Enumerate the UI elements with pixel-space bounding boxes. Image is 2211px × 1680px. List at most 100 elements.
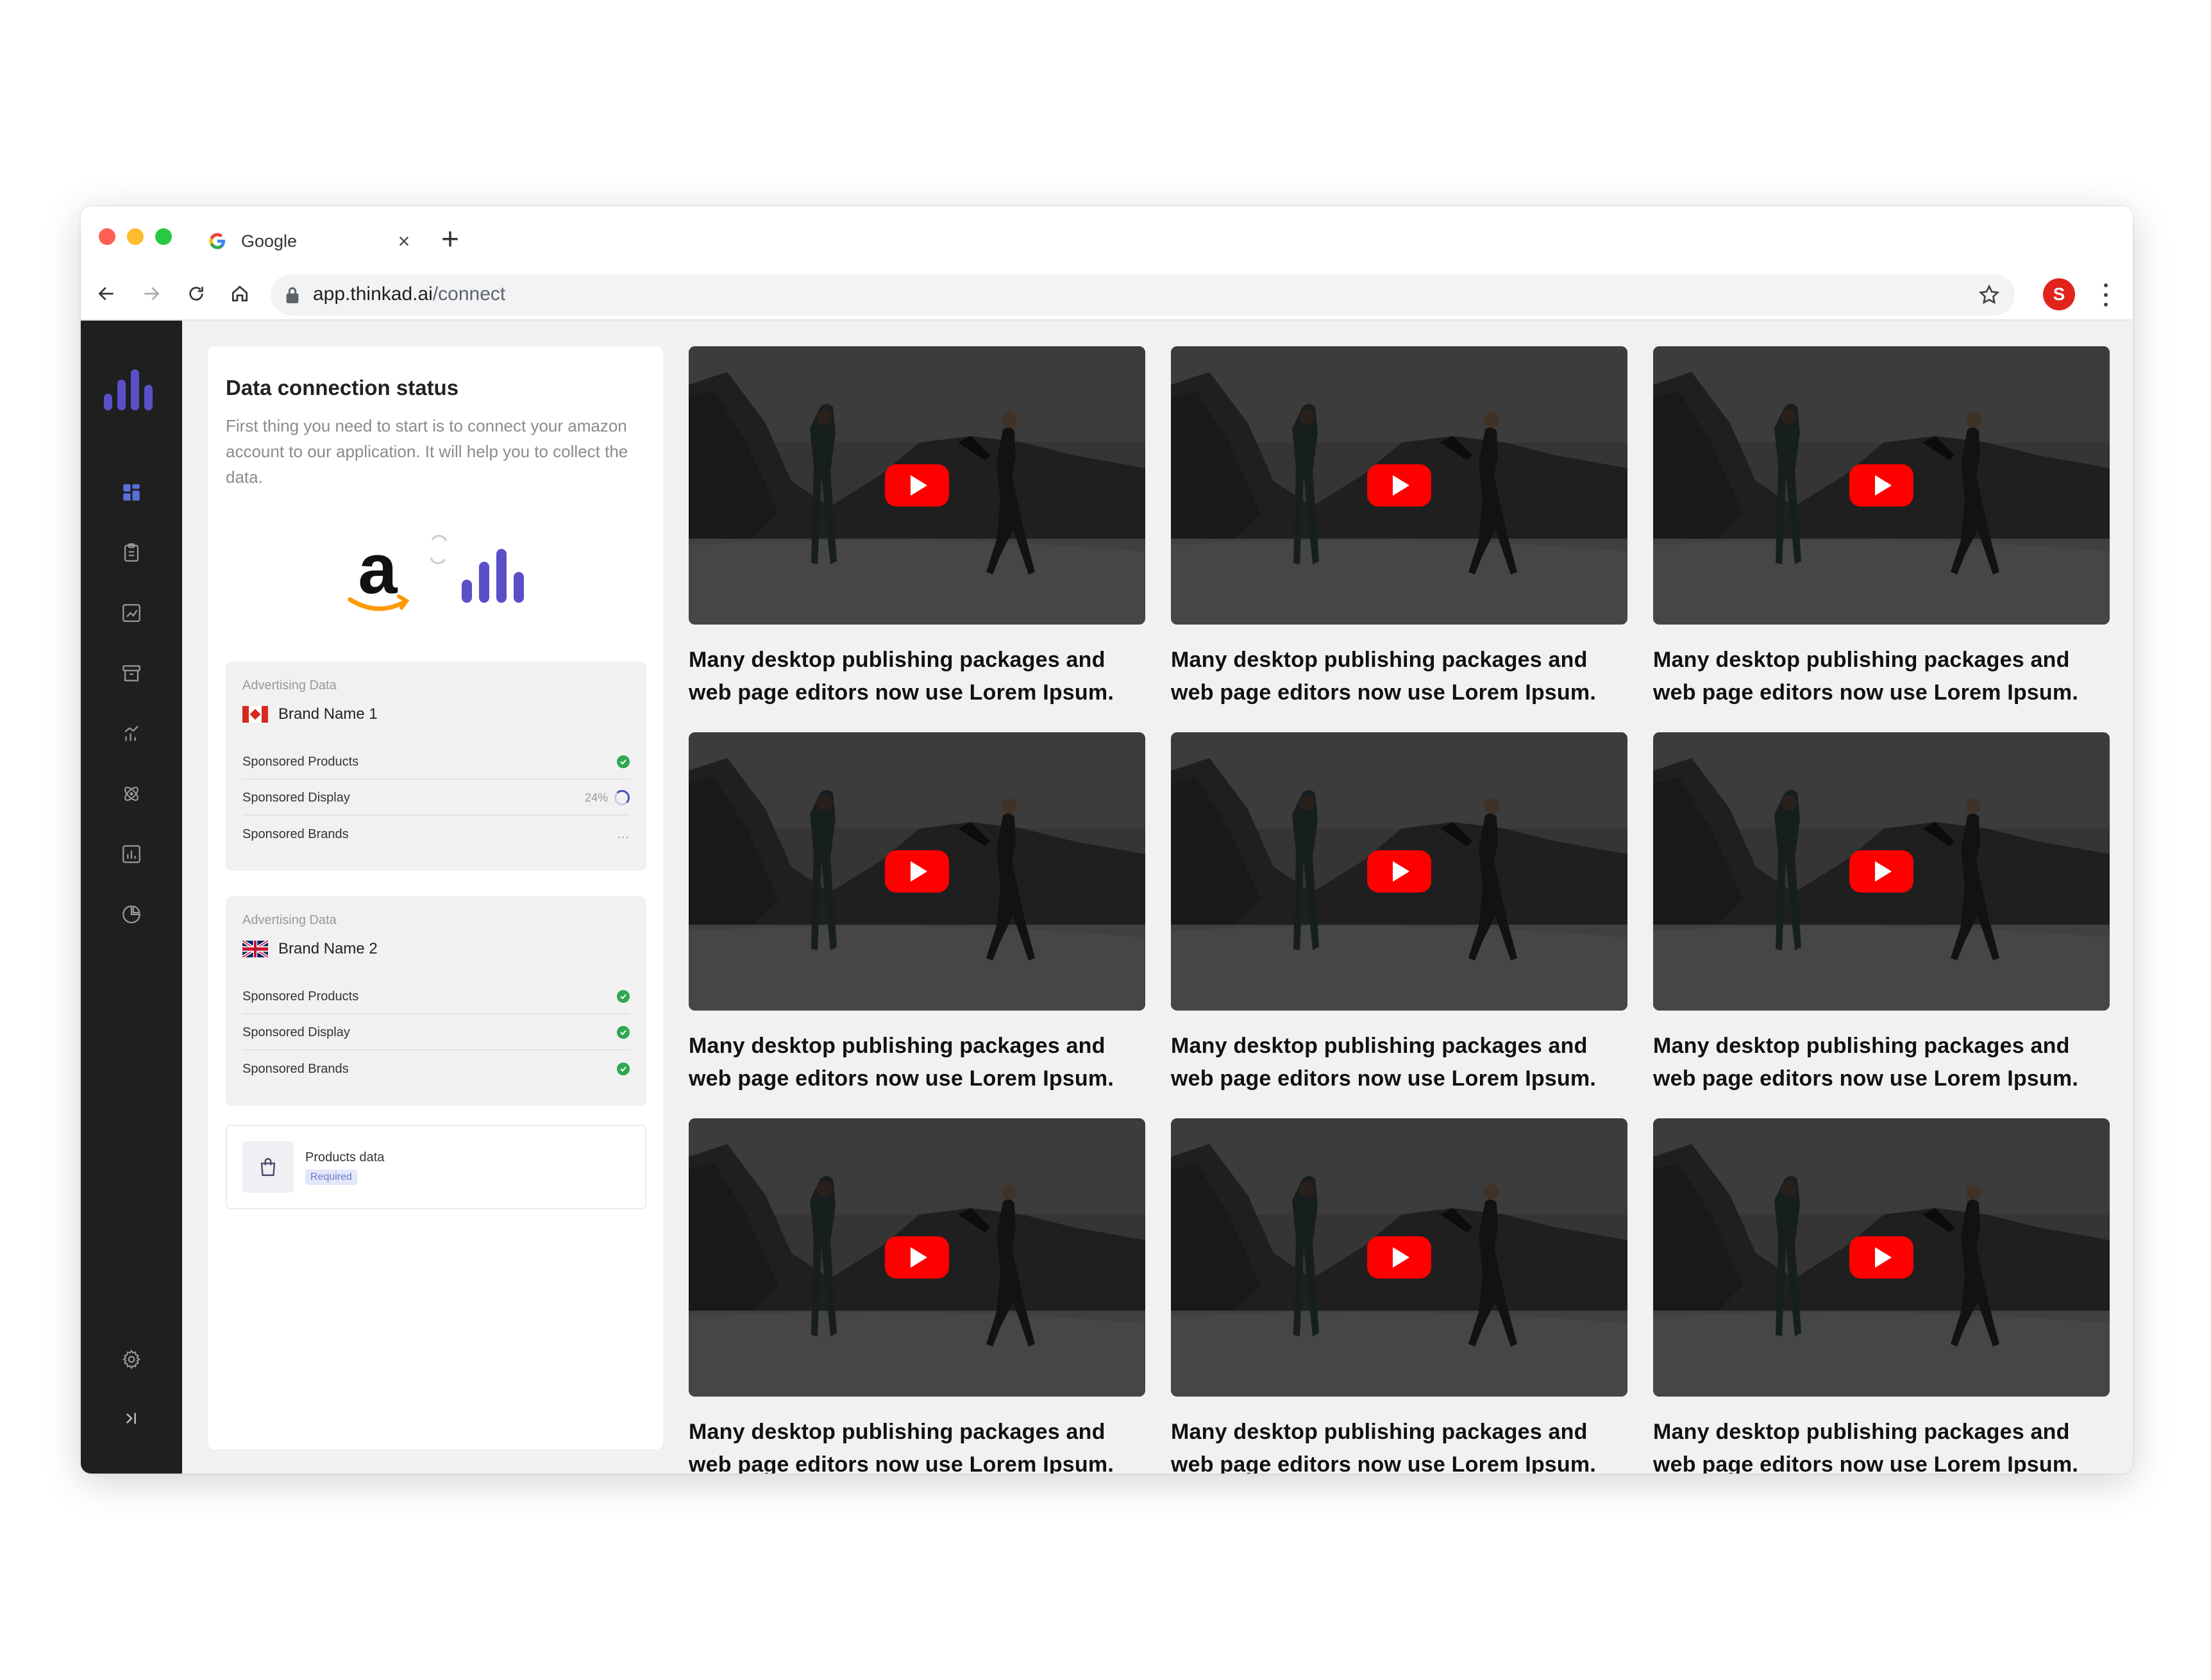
app-sidebar [81, 321, 182, 1474]
video-thumbnail[interactable] [689, 1118, 1145, 1397]
card-row[interactable]: Sponsored Brands [242, 1052, 630, 1086]
check-circle-icon [617, 1063, 630, 1075]
row-label: Sponsored Products [242, 754, 359, 769]
play-button-icon[interactable] [1849, 464, 1913, 507]
video-thumbnail[interactable] [1171, 346, 1627, 625]
play-button-icon[interactable] [1367, 464, 1431, 507]
play-button-icon[interactable] [1367, 850, 1431, 893]
play-button-icon[interactable] [885, 464, 949, 507]
row-status [617, 1026, 630, 1039]
archive-icon[interactable] [117, 659, 146, 687]
products-data-card[interactable]: Products data Required [226, 1125, 646, 1209]
new-tab-button[interactable]: + [441, 221, 459, 259]
row-status: 24% [585, 790, 630, 805]
panel-description: First thing you need to start is to conn… [226, 416, 628, 487]
required-badge: Required [305, 1170, 357, 1185]
pending-dots: ... [617, 827, 630, 841]
play-button-icon[interactable] [885, 850, 949, 893]
maximize-window-button[interactable] [155, 228, 172, 245]
bookmark-star-icon[interactable] [1978, 283, 2001, 307]
row-label: Sponsored Brands [242, 827, 349, 841]
products-data-title: Products data [305, 1150, 385, 1164]
tab-close-icon[interactable]: × [391, 230, 417, 253]
video-thumbnail[interactable] [689, 732, 1145, 1011]
forward-arrow-icon[interactable] [137, 280, 165, 308]
page-viewport: Data connection status First thing you n… [81, 321, 2133, 1474]
gear-icon[interactable] [117, 1345, 146, 1373]
browser-menu-icon[interactable] [2099, 281, 2112, 309]
video-thumbnail[interactable] [1653, 346, 2110, 625]
trend-chart-icon[interactable] [117, 599, 146, 627]
canada-flag-icon [242, 706, 268, 723]
video-caption: Many desktop publishing packages and web… [689, 1420, 1114, 1474]
url-host: app.thinkad.ai [313, 283, 433, 305]
back-arrow-icon[interactable] [92, 280, 121, 308]
atom-icon[interactable] [117, 780, 146, 808]
brand-name: Brand Name 2 [278, 940, 378, 957]
tab-bar: Google × + [81, 206, 2133, 269]
video-card[interactable]: Many desktop publishing packages and web… [1653, 1118, 2110, 1474]
video-card[interactable]: Many desktop publishing packages and web… [1171, 1118, 1627, 1474]
card-row[interactable]: Sponsored Products [242, 980, 630, 1014]
dashboard-icon[interactable] [117, 478, 146, 507]
card-row[interactable]: Sponsored Products [242, 745, 630, 780]
home-icon[interactable] [226, 280, 254, 308]
address-bar[interactable]: app.thinkad.ai/connect [271, 274, 2015, 315]
video-caption: Many desktop publishing packages and web… [1171, 1034, 1596, 1091]
video-caption: Many desktop publishing packages and web… [1653, 648, 2078, 705]
row-status [617, 990, 630, 1003]
brand-card-2: Advertising Data Brand Name 2 Sponsored … [226, 896, 646, 1105]
shopping-bag-icon [242, 1141, 294, 1193]
row-label: Sponsored Brands [242, 1061, 349, 1076]
reload-icon[interactable] [182, 280, 210, 308]
video-thumbnail[interactable] [1171, 1118, 1627, 1397]
pie-chart-icon[interactable] [117, 900, 146, 928]
video-thumbnail[interactable] [689, 346, 1145, 625]
clipboard-icon[interactable] [117, 539, 146, 567]
url-text: app.thinkad.ai/connect [313, 283, 505, 305]
brand-heading: Brand Name 1 [242, 705, 378, 723]
row-label: Sponsored Products [242, 989, 359, 1004]
google-icon [209, 233, 225, 249]
video-caption: Many desktop publishing packages and web… [689, 1034, 1114, 1091]
video-thumbnail[interactable] [1653, 732, 2110, 1011]
card-row[interactable]: Sponsored Display 24% [242, 781, 630, 816]
video-thumbnail[interactable] [1653, 1118, 2110, 1397]
svg-text:a: a [358, 532, 398, 609]
card-row[interactable]: Sponsored Display [242, 1016, 630, 1050]
play-button-icon[interactable] [1849, 1236, 1913, 1279]
video-card[interactable]: Many desktop publishing packages and web… [689, 1118, 1145, 1474]
collapse-sidebar-icon[interactable] [117, 1404, 146, 1432]
video-card[interactable]: Many desktop publishing packages and web… [1653, 732, 2110, 1095]
check-circle-icon [617, 755, 630, 768]
video-card[interactable]: Many desktop publishing packages and web… [1171, 732, 1627, 1095]
video-thumbnail[interactable] [1171, 732, 1627, 1011]
video-caption: Many desktop publishing packages and web… [1171, 1420, 1596, 1474]
card-row[interactable]: Sponsored Brands ... [242, 817, 630, 852]
bar-report-icon[interactable] [117, 840, 146, 868]
browser-tab[interactable]: Google × [201, 222, 417, 260]
play-button-icon[interactable] [1367, 1236, 1431, 1279]
video-card[interactable]: Many desktop publishing packages and web… [1171, 346, 1627, 709]
browser-window: Google × + app.thinkad.ai/connect S Data… [81, 206, 2133, 1474]
video-caption: Many desktop publishing packages and web… [1653, 1034, 2078, 1091]
video-caption: Many desktop publishing packages and web… [1171, 648, 1596, 705]
close-window-button[interactable] [99, 228, 115, 245]
video-card[interactable]: Many desktop publishing packages and web… [689, 346, 1145, 709]
progress-percent: 24% [584, 791, 608, 804]
app-logo[interactable] [104, 369, 158, 410]
card-kicker: Advertising Data [242, 913, 337, 927]
brand-name: Brand Name 1 [278, 705, 378, 723]
video-card[interactable]: Many desktop publishing packages and web… [1653, 346, 2110, 709]
play-button-icon[interactable] [885, 1236, 949, 1279]
minimize-window-button[interactable] [127, 228, 144, 245]
play-button-icon[interactable] [1849, 850, 1913, 893]
growth-icon[interactable] [117, 719, 146, 748]
amazon-logo-icon: a [348, 532, 410, 611]
profile-avatar[interactable]: S [2043, 278, 2075, 310]
brand-heading: Brand Name 2 [242, 940, 378, 958]
row-label: Sponsored Display [242, 1025, 350, 1039]
video-card[interactable]: Many desktop publishing packages and web… [689, 732, 1145, 1095]
tab-title: Google [241, 231, 298, 251]
check-circle-icon [617, 1026, 630, 1039]
